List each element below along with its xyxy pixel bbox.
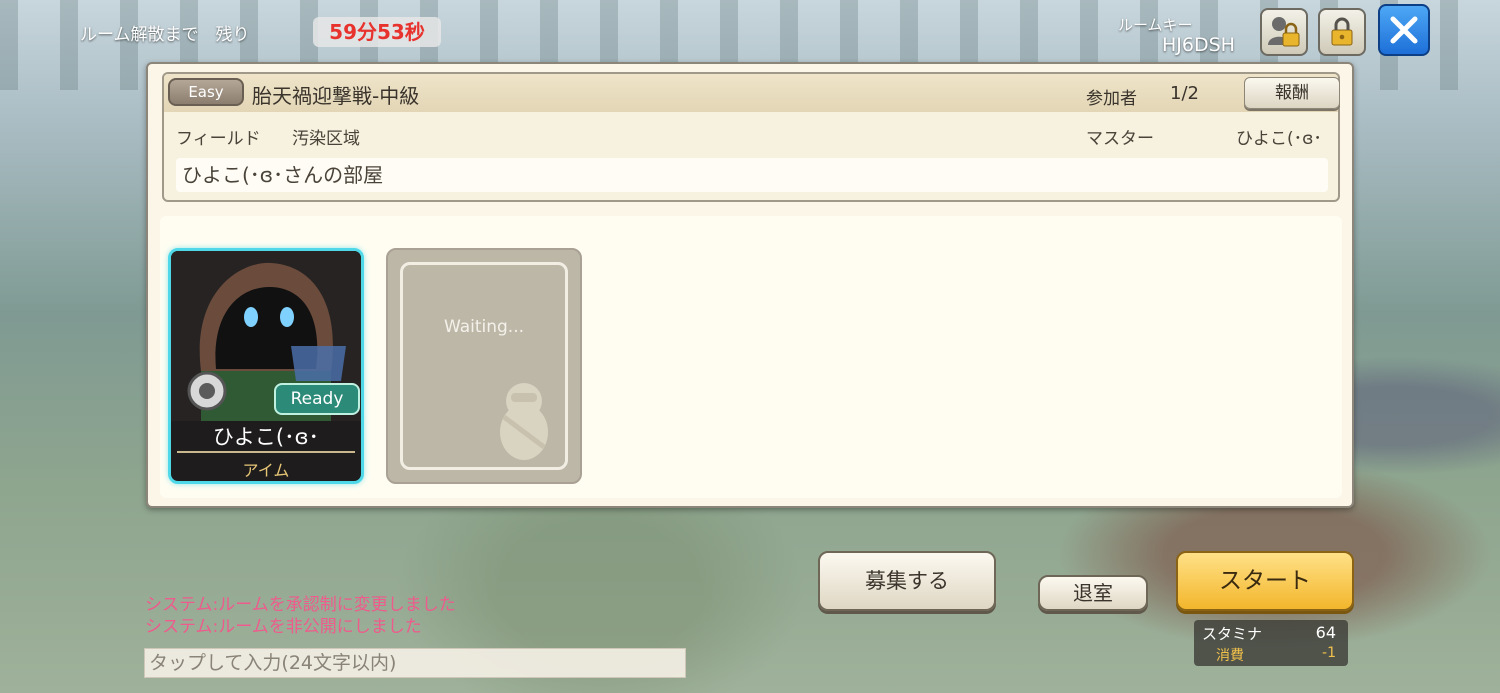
room-name: ひよこ(･ɞ･さんの部屋 xyxy=(176,158,1328,192)
lock-room-button[interactable] xyxy=(1318,8,1366,56)
cost-label: 消費 xyxy=(1216,648,1244,664)
person-lock-icon xyxy=(1268,17,1300,47)
empty-slot-card[interactable]: Waiting... xyxy=(386,248,582,484)
close-icon xyxy=(1390,16,1418,44)
card-divider xyxy=(177,451,355,453)
stamina-panel: スタミナ 64 消費 -1 xyxy=(1194,620,1348,666)
field-label: フィールド xyxy=(176,129,261,149)
stamina-value: 64 xyxy=(1315,623,1336,642)
countdown-timer: 59分53秒 xyxy=(313,17,441,47)
stamina-label: スタミナ xyxy=(1202,625,1263,643)
mascot-silhouette-icon xyxy=(500,383,548,460)
log-line: システム:ルームを承認制に変更しました xyxy=(145,595,456,615)
participants-count: 1/2 xyxy=(1170,83,1199,104)
chat-input[interactable] xyxy=(144,648,686,678)
system-log: システム:ルームを承認制に変更しました システム:ルームを非公開にしました xyxy=(145,594,456,638)
recruit-button[interactable]: 募集する xyxy=(818,551,996,611)
room-info: Easy 胎天禍迎撃戦-中級 参加者 1/2 報酬 フィールド 汚染区域 マスタ… xyxy=(162,72,1340,202)
leave-room-button[interactable]: 退室 xyxy=(1038,575,1148,611)
quest-title: 胎天禍迎撃戦-中級 xyxy=(252,84,420,108)
master-value: ひよこ(･ɞ･ xyxy=(1236,129,1322,149)
room-panel: Easy 胎天禍迎撃戦-中級 参加者 1/2 報酬 フィールド 汚染区域 マスタ… xyxy=(146,62,1354,508)
cost-value: -1 xyxy=(1322,645,1336,661)
player-class: アイム xyxy=(242,461,290,480)
player-card[interactable]: Ready ひよこ(･ɞ･ アイム xyxy=(168,248,364,484)
start-button[interactable]: スタート xyxy=(1176,551,1354,611)
reward-button[interactable]: 報酬 xyxy=(1244,77,1340,109)
countdown-label: ルーム解散まで 残り xyxy=(80,25,250,45)
member-slots: Ready ひよこ(･ɞ･ アイム Waiting... xyxy=(160,216,1342,498)
empty-slot-frame: Waiting... xyxy=(400,262,568,470)
player-name: ひよこ(･ɞ･ xyxy=(212,425,320,449)
participants-label: 参加者 xyxy=(1086,89,1137,109)
room-info-header: Easy 胎天禍迎撃戦-中級 参加者 1/2 報酬 xyxy=(164,74,1340,112)
master-label: マスター xyxy=(1086,129,1154,149)
field-value: 汚染区域 xyxy=(292,129,360,149)
waiting-text: Waiting... xyxy=(443,317,525,337)
close-button[interactable] xyxy=(1378,4,1430,56)
ready-badge: Ready xyxy=(274,383,360,415)
lock-icon xyxy=(1331,17,1353,46)
log-line: システム:ルームを非公開にしました xyxy=(145,617,422,637)
room-key-label: ルームキー xyxy=(1118,16,1193,34)
member-approval-button[interactable] xyxy=(1260,8,1308,56)
room-key-value: HJ6DSH xyxy=(1162,34,1235,56)
difficulty-badge: Easy xyxy=(168,78,244,106)
